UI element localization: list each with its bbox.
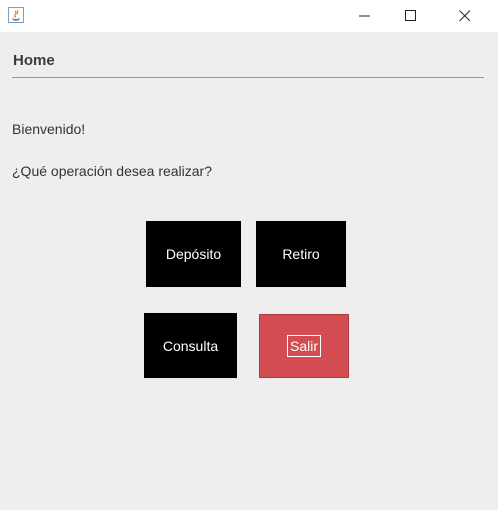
title-divider <box>12 77 484 78</box>
maximize-icon <box>405 10 416 21</box>
welcome-text: Bienvenido! <box>12 121 86 137</box>
window-titlebar[interactable] <box>0 0 498 32</box>
page-title: Home <box>13 52 55 69</box>
retiro-button[interactable]: Retiro <box>256 221 346 287</box>
minimize-icon <box>359 15 370 17</box>
close-icon <box>459 10 471 22</box>
salir-button[interactable]: Salir <box>259 314 349 378</box>
salir-button-label: Salir <box>286 335 321 357</box>
consulta-button-label: Consulta <box>162 337 219 354</box>
deposito-button-label: Depósito <box>165 246 222 262</box>
consulta-button[interactable]: Consulta <box>144 313 237 378</box>
minimize-button[interactable] <box>342 0 388 32</box>
close-button[interactable] <box>442 0 488 32</box>
deposito-button[interactable]: Depósito <box>146 221 241 287</box>
retiro-button-label: Retiro <box>282 246 320 262</box>
maximize-button[interactable] <box>388 0 434 32</box>
question-text: ¿Qué operación desea realizar? <box>12 163 213 179</box>
java-coffee-icon[interactable] <box>8 7 24 23</box>
